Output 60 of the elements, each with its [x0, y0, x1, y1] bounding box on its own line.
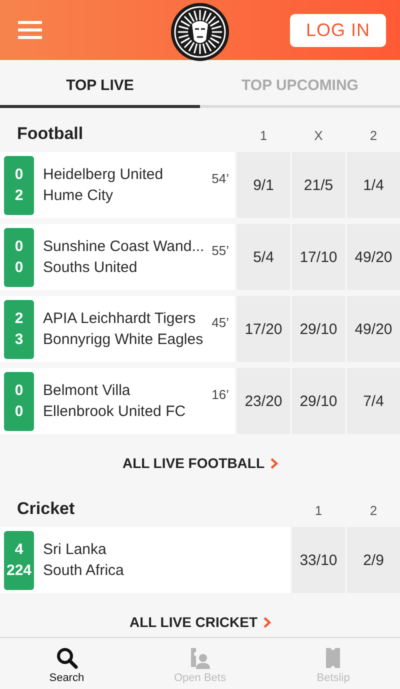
team-name: Sri Lanka [43, 540, 108, 558]
team-name: Heidelberg United [43, 166, 164, 184]
odds-button[interactable]: 17/10 [292, 224, 345, 290]
odds-button[interactable]: 29/10 [292, 368, 345, 434]
team-name: Sunshine Coast Wand... [43, 238, 206, 256]
match-minute: 55’ [212, 243, 229, 258]
odds-button[interactable]: 17/20 [237, 296, 290, 362]
match-card[interactable]: 0 2 Heidelberg United Hume City 54’ [0, 152, 235, 218]
score: 0 [14, 238, 24, 256]
column-header: 2 [368, 503, 378, 519]
match-card[interactable]: 2 3 APIA Leichhardt Tigers Bonnyrigg White Eagles 45’ [0, 296, 235, 362]
match-card[interactable]: 4 224 Sri Lanka South Africa [0, 527, 290, 593]
menu-icon[interactable] [18, 20, 42, 40]
score: 0 [14, 382, 24, 400]
team-name: Souths United [43, 258, 138, 276]
see-all-link[interactable]: ALL LIVE FOOTBALL [122, 455, 265, 471]
section-title: Football [16, 124, 84, 144]
ticket-person-icon [188, 647, 211, 669]
match-card[interactable]: 0 0 Sunshine Coast Wand... Souths United 55’ [0, 224, 235, 290]
column-header: X [313, 128, 324, 144]
score: 0 [14, 258, 24, 276]
lion-logo[interactable] [170, 2, 230, 62]
team-name: Hume City [43, 186, 114, 204]
score: 0 [14, 402, 24, 420]
column-header: 1 [258, 128, 268, 144]
odds-button[interactable]: 9/1 [237, 152, 290, 218]
score: 4 [14, 540, 24, 558]
odds-button[interactable]: 5/4 [237, 224, 290, 290]
column-header: 2 [368, 128, 378, 144]
score: 2 [14, 310, 24, 328]
match-minute: 45’ [212, 315, 229, 330]
match-minute: 54’ [212, 171, 229, 186]
odds-button[interactable]: 21/5 [292, 152, 345, 218]
team-name: APIA Leichhardt Tigers [43, 310, 197, 328]
match-card[interactable]: 0 0 Belmont Villa Ellenbrook United FC 16’ [0, 368, 235, 434]
score: 3 [14, 330, 24, 348]
search-icon [56, 647, 78, 669]
odds-button[interactable]: 1/4 [347, 152, 400, 218]
odds-button[interactable]: 23/20 [237, 368, 290, 434]
team-name: Belmont Villa [43, 382, 132, 400]
column-header: 1 [314, 503, 324, 519]
nav-item[interactable]: Search [0, 638, 134, 689]
odds-button[interactable]: 49/20 [347, 296, 400, 362]
section-title: Cricket [16, 499, 76, 519]
score: 2 [14, 186, 24, 204]
odds-button[interactable]: 2/9 [347, 527, 400, 593]
team-name: Bonnyrigg White Eagles [43, 330, 204, 348]
score: 224 [6, 562, 32, 580]
see-all-link[interactable]: ALL LIVE CRICKET [129, 614, 258, 630]
team-name: Ellenbrook United FC [43, 402, 187, 420]
match-minute: 16’ [212, 387, 229, 402]
odds-button[interactable]: 29/10 [292, 296, 345, 362]
odds-button[interactable]: 49/20 [347, 224, 400, 290]
chevron-icon [262, 616, 271, 628]
score: 0 [14, 166, 24, 184]
tab[interactable]: TOP LIVE [0, 60, 200, 108]
odds-button[interactable]: 33/10 [292, 527, 345, 593]
odds-button[interactable]: 7/4 [347, 368, 400, 434]
chevron-icon [270, 458, 278, 468]
team-name: South Africa [43, 562, 125, 580]
